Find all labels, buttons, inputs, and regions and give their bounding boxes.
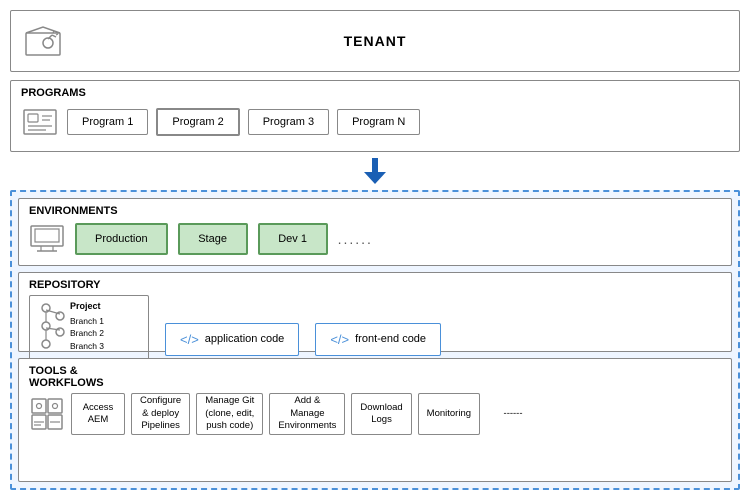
environments-content: Production Stage Dev 1 ...... [29,221,721,257]
tool-configure-deploy: Configure & deploy Pipelines [131,393,190,435]
production-env-box: Production [75,223,168,255]
repo-project-title: Project [70,300,105,313]
programs-label: PROGRAMS [21,87,729,99]
programs-content: Program 1 Program 2 Program 3 Program N [21,103,729,141]
environments-label: ENVIRONMENTS [29,205,721,217]
stage-env-box: Stage [178,223,248,255]
code-icon-2: </> [330,332,349,347]
tool-download-logs: Download Logs [351,393,411,435]
program-3-box: Program 3 [248,109,329,135]
dev1-env-box: Dev 1 [258,223,328,255]
tool-manage-git: Manage Git (clone, edit, push code) [196,393,263,435]
frontend-code-box: </> front-end code [315,323,441,356]
blue-dashed-container: ENVIRONMENTS Production Stage [10,190,740,490]
program-1-box: Program 1 [67,109,148,135]
tools-icon [29,396,65,432]
environments-section: ENVIRONMENTS Production Stage [18,198,732,266]
tools-label: TOOLS & WORKFLOWS [29,365,721,389]
tenant-title: TENANT [344,33,407,49]
tool-monitoring: Monitoring [418,393,480,435]
code-icon-1: </> [180,332,199,347]
tools-section: TOOLS & WORKFLOWS Access AEM [18,358,732,482]
program-n-box: Program N [337,109,420,135]
main-container: TENANT PROGRAMS Program 1 Program 2 [0,0,750,500]
repository-label: REPOSITORY [29,279,721,291]
repo-tree-icon [38,300,66,350]
program-2-box: Program 2 [156,108,239,136]
programs-icon [21,103,59,141]
app-code-box: </> application code [165,323,299,356]
programs-section: PROGRAMS Program 1 Program 2 Program 3 [10,80,740,152]
tools-content: Access AEM Configure & deploy Pipelines … [29,393,721,435]
repository-section: REPOSITORY [18,272,732,352]
env-dots: ...... [338,231,373,247]
down-arrow-icon [364,158,386,184]
tenant-icon [23,21,63,61]
tool-dots: ------ [486,393,540,435]
tool-add-manage-env: Add & Manage Environments [269,393,345,435]
env-icon [29,221,65,257]
tool-access-aem: Access AEM [71,393,125,435]
tenant-section: TENANT [10,10,740,72]
arrow-container [10,160,740,182]
